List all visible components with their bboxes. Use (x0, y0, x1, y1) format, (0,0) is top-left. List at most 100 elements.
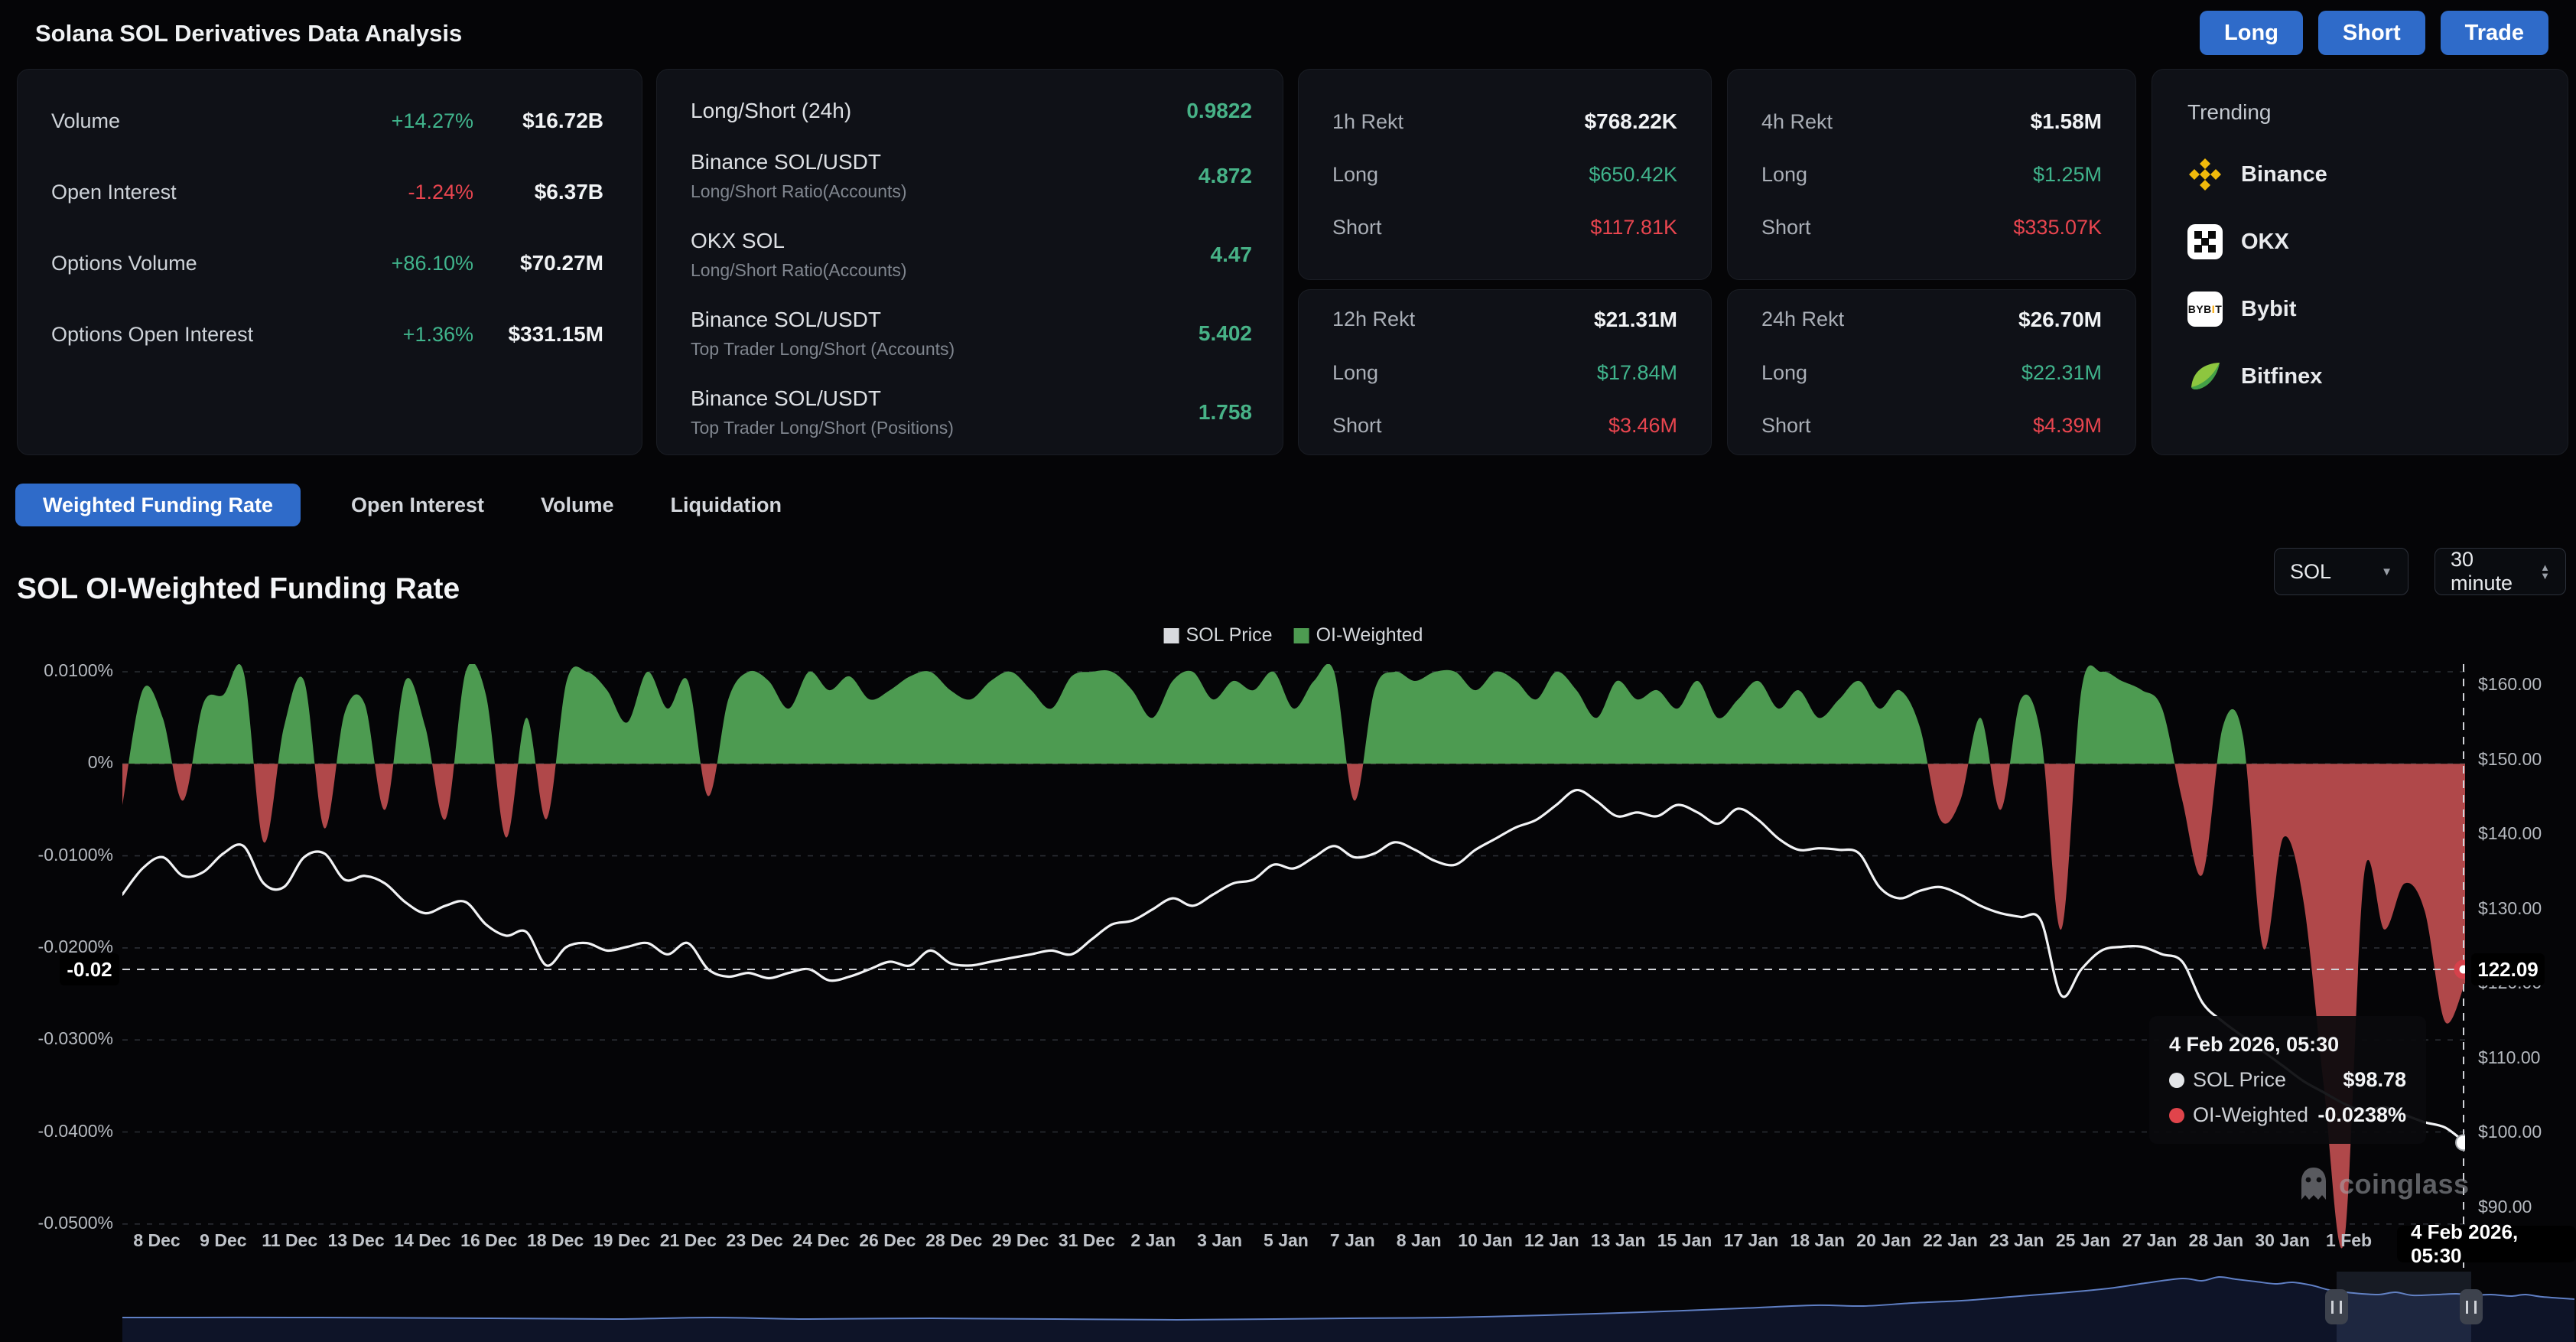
y-axis-left-tick: 0% (6, 752, 113, 773)
tab-open-interest[interactable]: Open Interest (345, 493, 490, 517)
ratio-subtitle: Long/Short Ratio(Accounts) (691, 260, 1211, 281)
chevron-down-icon: ▼ (2381, 565, 2392, 578)
short-button[interactable]: Short (2318, 11, 2425, 55)
x-axis-tick: 15 Jan (1657, 1230, 1712, 1251)
symbol-select[interactable]: SOL ▼ (2274, 548, 2408, 595)
rekt-title: 24h Rekt (1761, 308, 1844, 331)
interval-select[interactable]: 30 minute ▲▼ (2435, 548, 2566, 595)
x-axis-tick: 17 Jan (1724, 1230, 1779, 1251)
legend-label: SOL Price (1186, 624, 1273, 647)
rekt-panel-12h: 12h Rekt$21.31M Long$17.84M Short$3.46M (1298, 289, 1712, 455)
navigator-selection[interactable] (2337, 1272, 2471, 1342)
navigator-handle-right[interactable] (2460, 1289, 2483, 1324)
stat-row-volume: Volume +14.27% $16.72B (51, 109, 603, 132)
x-axis-tick: 16 Dec (460, 1230, 517, 1251)
stat-value: $70.27M (473, 251, 603, 275)
chart-legend: SOL Price OI-Weighted (1164, 624, 1423, 647)
chart-title: SOL OI-Weighted Funding Rate (17, 572, 460, 606)
x-axis-tick: 9 Dec (200, 1230, 246, 1251)
ratio-value: 1.758 (1199, 400, 1252, 425)
trending-item-bybit[interactable]: BYBIT Bybit (2187, 292, 2537, 327)
ratio-subtitle: Top Trader Long/Short (Accounts) (691, 339, 1199, 360)
long-button[interactable]: Long (2200, 11, 2303, 55)
x-axis-tick: 1 Feb (2326, 1230, 2372, 1251)
app-header: Solana SOL Derivatives Data Analysis Lon… (0, 0, 2576, 66)
bybit-icon: BYBIT (2187, 292, 2223, 327)
tab-weighted-funding-rate[interactable]: Weighted Funding Rate (15, 484, 301, 526)
x-axis-tick: 2 Jan (1130, 1230, 1176, 1251)
x-axis-tick: 30 Jan (2255, 1230, 2310, 1251)
stat-label: Volume (51, 109, 359, 133)
stat-row-open-interest: Open Interest -1.24% $6.37B (51, 181, 603, 204)
coinglass-watermark-text: coinglass (2339, 1168, 2470, 1200)
stat-label: Options Open Interest (51, 323, 359, 347)
x-axis-tick: 13 Dec (327, 1230, 384, 1251)
x-axis-tick: 3 Jan (1197, 1230, 1242, 1251)
ratio-value: 5.402 (1199, 321, 1252, 346)
stat-row-options-volume: Options Volume +86.10% $70.27M (51, 252, 603, 275)
legend-item[interactable]: OI-Weighted (1294, 624, 1423, 647)
y-axis-right-tick: $90.00 (2478, 1197, 2532, 1217)
rekt-short-value: $335.07K (2013, 216, 2102, 239)
rekt-title: 12h Rekt (1332, 308, 1415, 331)
funding-rate-chart[interactable] (122, 664, 2465, 1270)
trending-item-bitfinex[interactable]: Bitfinex (2187, 359, 2537, 394)
x-axis-tick: 27 Jan (2122, 1230, 2178, 1251)
chart-navigator[interactable] (122, 1272, 2574, 1342)
crosshair-left-badge: -0.02 (60, 953, 119, 985)
x-axis-tick: 25 Jan (2056, 1230, 2111, 1251)
coinglass-logo-icon (2296, 1164, 2331, 1204)
x-axis-tick: 23 Dec (727, 1230, 783, 1251)
rekt-short-label: Short (1332, 414, 1382, 438)
x-axis-tick: 18 Jan (1790, 1230, 1845, 1251)
y-axis-left-tick: -0.0300% (6, 1028, 113, 1049)
trending-item-binance[interactable]: Binance (2187, 157, 2537, 192)
trending-item-label: Bitfinex (2241, 364, 2322, 389)
y-axis-left-tick: -0.0100% (6, 845, 113, 865)
x-axis-tick: 5 Jan (1264, 1230, 1309, 1251)
rekt-title: 4h Rekt (1761, 110, 1833, 134)
y-axis-right-tick: $110.00 (2478, 1047, 2540, 1068)
stat-change: +14.27% (359, 109, 473, 133)
y-axis-right-tick: $130.00 (2478, 898, 2542, 919)
x-axis-tick: 13 Jan (1591, 1230, 1646, 1251)
stat-label: Options Volume (51, 252, 359, 275)
y-axis-left-tick: 0.0100% (6, 660, 113, 681)
stat-value: $6.37B (473, 180, 603, 204)
tooltip-value: $98.78 (2343, 1068, 2406, 1092)
y-axis-right-tick: $160.00 (2478, 674, 2542, 695)
navigator-handle-left[interactable] (2325, 1289, 2348, 1324)
x-axis-tick: 31 Dec (1059, 1230, 1115, 1251)
rekt-title: 1h Rekt (1332, 110, 1403, 134)
tab-liquidation[interactable]: Liquidation (665, 493, 788, 517)
rekt-short-value: $117.81K (1590, 216, 1677, 239)
ratio-value: 4.872 (1199, 164, 1252, 188)
header-actions: Long Short Trade (2200, 11, 2548, 55)
trade-button[interactable]: Trade (2441, 11, 2548, 55)
trending-item-label: Binance (2241, 162, 2327, 187)
x-axis-tick: 19 Dec (594, 1230, 650, 1251)
rekt-total: $26.70M (2018, 308, 2102, 332)
x-axis-tick: 28 Jan (2189, 1230, 2244, 1251)
tooltip-label: OI-Weighted (2193, 1103, 2308, 1127)
tab-volume[interactable]: Volume (535, 493, 620, 517)
trending-item-okx[interactable]: OKX (2187, 224, 2537, 259)
rekt-panel-4h: 4h Rekt$1.58M Long$1.25M Short$335.07K (1727, 69, 2136, 280)
x-axis-tick: 20 Jan (1856, 1230, 1911, 1251)
x-axis-tick: 12 Jan (1524, 1230, 1579, 1251)
rekt-long-value: $1.25M (2033, 163, 2102, 187)
stat-value: $16.72B (473, 109, 603, 133)
x-axis-tick: 29 Dec (992, 1230, 1049, 1251)
stat-change: +1.36% (359, 323, 473, 347)
x-axis-tick: 14 Dec (394, 1230, 450, 1251)
rekt-panel-24h: 24h Rekt$26.70M Long$22.31M Short$4.39M (1727, 289, 2136, 455)
tooltip-row-oi-weighted: OI-Weighted -0.0238% (2169, 1103, 2406, 1127)
trending-panel: Trending Binance OKX BYBIT Bybit (2152, 69, 2568, 455)
tooltip-row-price: SOL Price $98.78 (2169, 1068, 2406, 1092)
legend-item[interactable]: SOL Price (1164, 624, 1273, 647)
y-axis-right-tick: $140.00 (2478, 823, 2542, 844)
ratio-title: Binance SOL/USDT (691, 150, 1199, 174)
tooltip-value: -0.0238% (2317, 1103, 2406, 1127)
okx-icon (2187, 224, 2223, 259)
chart-tabs: Weighted Funding Rate Open Interest Volu… (15, 484, 788, 526)
